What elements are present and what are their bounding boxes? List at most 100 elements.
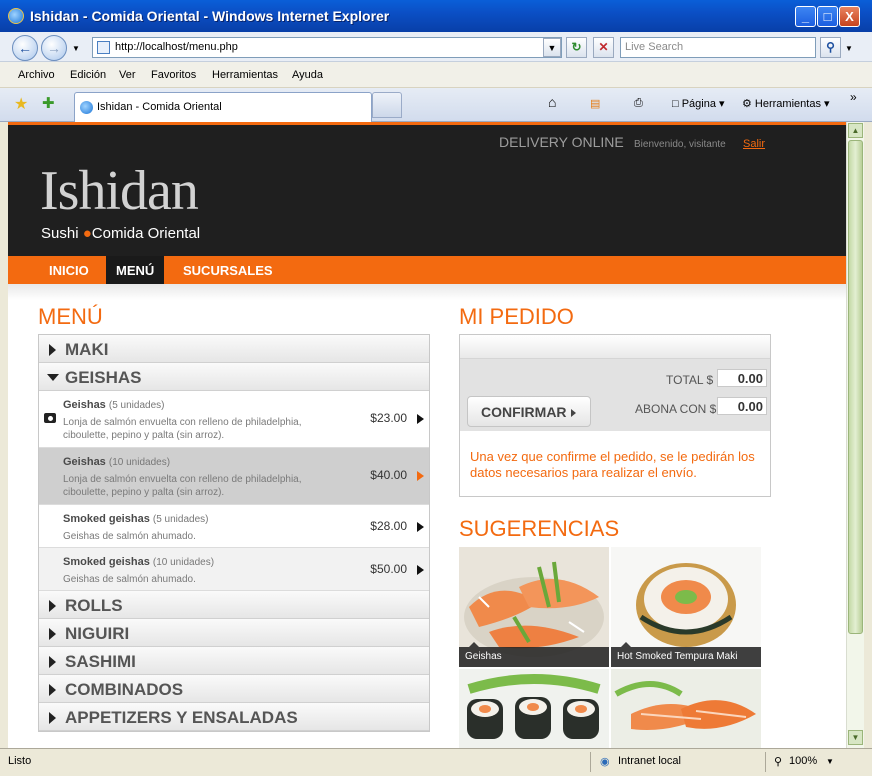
category-maki[interactable]: MAKI [39,335,429,363]
zoom-icon[interactable]: ⚲ [774,755,782,768]
favorites-star-icon[interactable]: ★ [14,94,28,114]
suggestions-heading: SUGERENCIAS [459,516,620,541]
category-label: NIGUIRI [65,624,130,643]
stop-icon[interactable]: ✕ [593,37,614,58]
nav-sucursales[interactable]: SUCURSALES [173,256,283,284]
product-name: Smoked geishas (5 unidades) [63,513,208,525]
total-label: TOTAL $ [666,373,714,387]
search-options-icon[interactable]: ▼ [845,44,853,53]
category-sashimi[interactable]: SASHIMI [39,647,429,675]
product-row[interactable]: Smoked geishas (5 unidades) Geishas de s… [39,505,429,548]
menu-edicion[interactable]: Edición [70,69,106,81]
confirm-label: CONFIRMAR [481,404,567,420]
category-rolls[interactable]: ROLLS [39,591,429,619]
more-chevron-icon[interactable]: » [850,90,857,104]
suggestion-photo-3[interactable] [459,669,609,748]
suggestion-geishas[interactable]: Geishas [459,547,609,667]
scroll-up-icon[interactable]: ▲ [848,123,863,138]
ie-icon [8,8,24,24]
zoom-level[interactable]: 100% [789,755,817,767]
search-input[interactable]: Live Search [620,37,816,58]
site-header: DELIVERY ONLINE Bienvenido, visitante Sa… [8,122,846,256]
history-dropdown-icon[interactable]: ▼ [72,44,80,53]
category-geishas[interactable]: GEISHAS [39,363,429,391]
scroll-thumb[interactable] [848,140,863,634]
category-combinados[interactable]: COMBINADOS [39,675,429,703]
confirm-button[interactable]: CONFIRMAR [467,396,591,427]
tools-menu[interactable]: ⚙ Herramientas ▾ [742,97,830,110]
tab-ishidan[interactable]: Ishidan - Comida Oriental [74,92,372,122]
logout-link[interactable]: Salir [743,138,765,150]
category-label: COMBINADOS [65,680,184,699]
add-arrow-icon[interactable] [417,522,424,532]
category-label: ROLLS [65,596,123,615]
product-qty: (10 unidades) [108,457,171,468]
product-qty: (10 unidades) [152,557,215,568]
product-row[interactable]: Geishas (10 unidades) Lonja de salmón en… [39,448,429,505]
site-tagline: Sushi ●Comida Oriental [41,225,200,242]
nav-menu[interactable]: MENÚ [106,256,165,284]
add-arrow-icon[interactable] [417,471,424,481]
expand-arrow-icon [49,600,56,612]
globe-icon: ◉ [600,756,610,768]
page-menu[interactable]: □ Página ▾ [672,97,725,110]
menu-ver[interactable]: Ver [119,69,136,81]
home-icon[interactable]: ⌂ [548,94,556,110]
new-tab-button[interactable] [372,92,402,118]
menu-accordion: MAKI GEISHAS Geishas (5 unidades) Lonja … [38,334,430,732]
product-price: $50.00 [370,562,407,576]
product-title: Geishas [63,399,106,411]
delivery-title: DELIVERY ONLINE [499,134,624,150]
welcome-text: Bienvenido, visitante [634,139,726,150]
category-appetizers[interactable]: APPETIZERS Y ENSALADAS [39,703,429,731]
menu-archivo[interactable]: Archivo [18,69,55,81]
product-row[interactable]: Geishas (5 unidades) Lonja de salmón env… [39,391,429,448]
category-niguiri[interactable]: NIGUIRI [39,619,429,647]
nav-inicio[interactable]: INICIO [39,256,99,284]
product-title: Smoked geishas [63,513,150,525]
add-arrow-icon[interactable] [417,414,424,424]
page-menu-label: Página [681,98,716,110]
search-icon[interactable]: ⚲ [820,37,841,58]
suggestion-photo-4[interactable] [611,669,761,748]
page-viewport: DELIVERY ONLINE Bienvenido, visitante Sa… [8,122,846,748]
menu-herramientas[interactable]: Herramientas [212,69,278,81]
feeds-icon[interactable]: ▤ [590,97,600,110]
address-dropdown-button[interactable]: ▼ [543,38,561,57]
category-label: MAKI [65,340,109,359]
maximize-button[interactable]: □ [817,6,838,27]
scroll-down-icon[interactable]: ▼ [848,730,863,745]
menu-favoritos[interactable]: Favoritos [151,69,196,81]
close-button[interactable]: X [839,6,860,27]
product-desc: Geishas de salmón ahumado. [63,574,196,585]
tab-label: Ishidan - Comida Oriental [97,101,222,113]
add-arrow-icon[interactable] [417,565,424,575]
forward-button[interactable]: → [41,35,67,61]
refresh-icon[interactable]: ↻ [566,37,587,58]
tab-bar: ★ ✚ Ishidan - Comida Oriental ⌂ ▤ ⎙ □ Pá… [0,88,872,122]
product-price: $23.00 [370,411,407,425]
site-logo[interactable]: Ishidan [40,159,199,223]
camera-icon[interactable] [44,413,56,423]
expand-arrow-icon [49,656,56,668]
back-button[interactable]: ← [12,35,38,61]
tagline-dot: ● [82,225,92,242]
print-icon[interactable]: ⎙ [634,97,643,110]
order-note: Una vez que confirme el pedido, se le pe… [470,449,755,480]
minimize-button[interactable]: _ [795,6,816,27]
product-desc: Lonja de salmón envuelta con relleno de … [63,474,302,498]
window-title: Ishidan - Comida Oriental - Windows Inte… [30,8,390,24]
add-favorite-icon[interactable]: ✚ [42,94,55,112]
zoom-dropdown-icon[interactable]: ▼ [826,757,834,766]
status-separator [590,752,591,772]
menu-ayuda[interactable]: Ayuda [292,69,323,81]
pay-input[interactable]: 0.00 [717,397,767,415]
address-field[interactable]: http://localhost/menu.php [92,37,562,58]
tools-menu-label: Herramientas [754,98,821,110]
suggestion-tempura-maki[interactable]: Hot Smoked Tempura Maki [611,547,761,667]
product-row[interactable]: Smoked geishas (10 unidades) Geishas de … [39,548,429,591]
chevron-right-icon [570,409,576,417]
address-toolbar: ← → ▼ http://localhost/menu.php ▼ ↻ ✕ Li… [0,32,872,62]
tagline-comida: Comida Oriental [91,225,201,242]
vertical-scrollbar[interactable]: ▲ ▼ [846,122,864,748]
